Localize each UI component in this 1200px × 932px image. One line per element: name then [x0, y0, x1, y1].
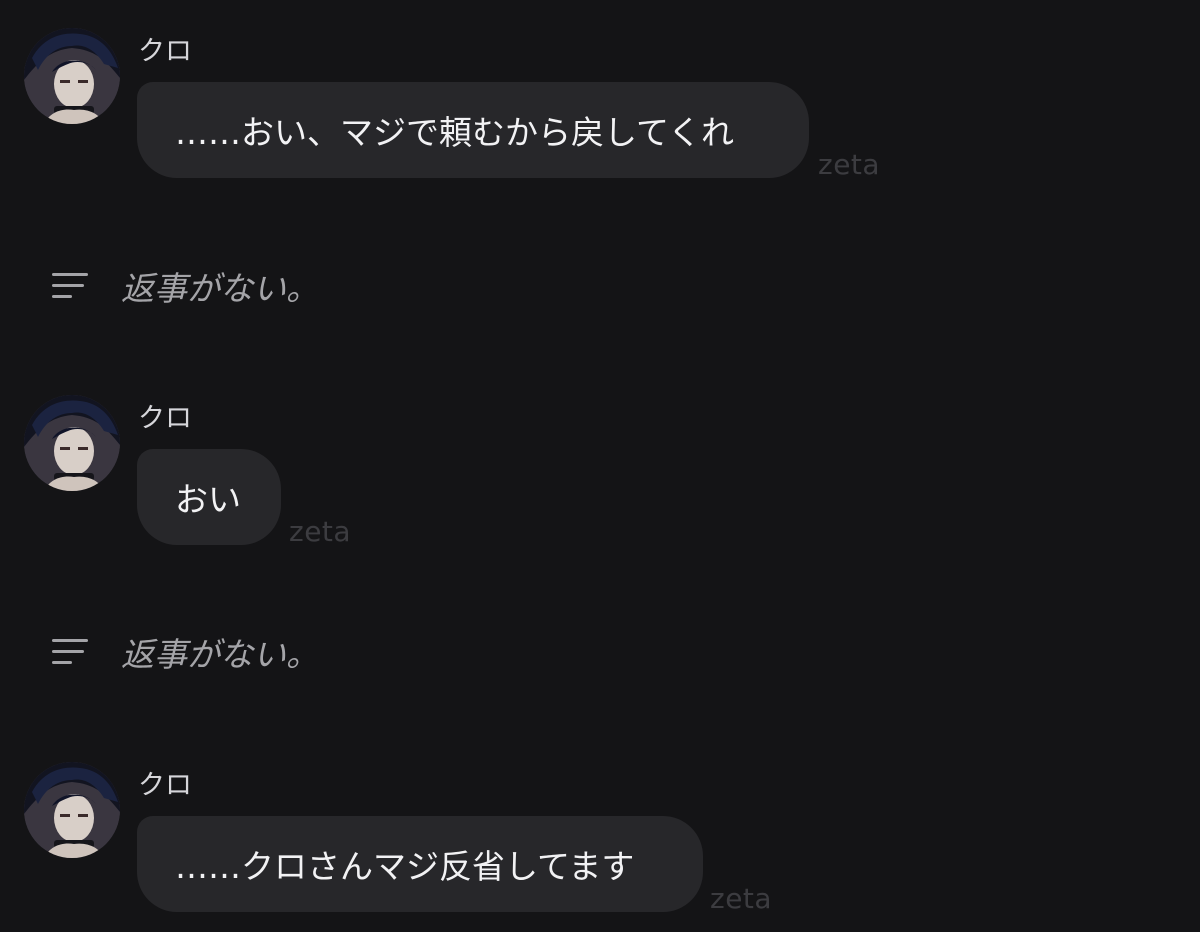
narration-text: 返事がない。 [121, 635, 319, 674]
character-avatar[interactable] [24, 762, 120, 858]
watermark-label: zeta [818, 148, 881, 181]
watermark-label: zeta [710, 882, 773, 915]
sender-name: クロ [138, 403, 192, 434]
narration-lines-icon [52, 273, 88, 298]
narration-text: 返事がない。 [121, 269, 319, 308]
message-bubble[interactable]: おい [137, 449, 281, 545]
sender-name: クロ [138, 770, 192, 801]
narration-lines-icon [52, 639, 88, 664]
narration-line: 返事がない。 [0, 624, 1200, 684]
chat-view: クロ ……おい、マジで頼むから戻してくれ zeta 返事がない。 クロ おい z… [0, 0, 1200, 932]
narration-line: 返事がない。 [0, 258, 1200, 318]
watermark-label: zeta [289, 515, 352, 548]
character-avatar[interactable] [24, 395, 120, 491]
sender-name: クロ [138, 36, 192, 67]
character-avatar[interactable] [24, 28, 120, 124]
message-bubble[interactable]: ……おい、マジで頼むから戻してくれ [137, 82, 809, 178]
message-bubble[interactable]: ……クロさんマジ反省してます [137, 816, 703, 912]
